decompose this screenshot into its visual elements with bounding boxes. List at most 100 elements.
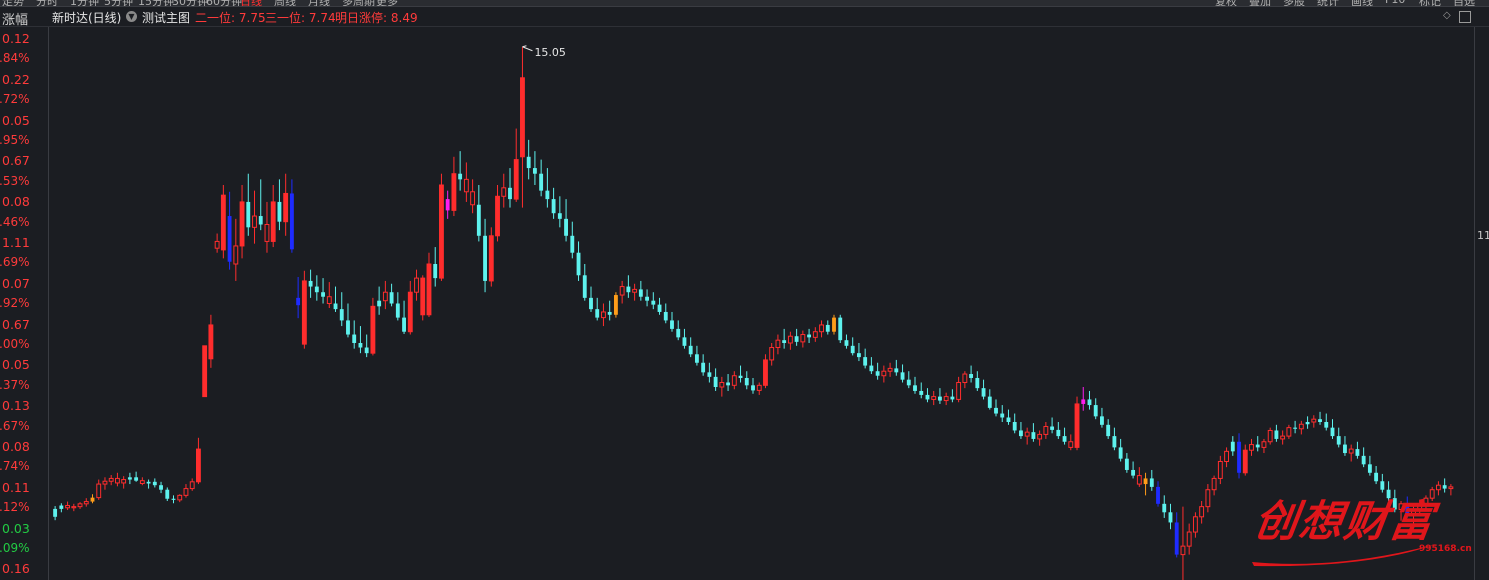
candle[interactable] [301,270,307,349]
candle[interactable] [346,303,350,338]
candle[interactable] [570,221,575,259]
candle[interactable] [445,190,450,219]
candle[interactable] [819,320,824,338]
candle[interactable] [1162,495,1167,518]
candle[interactable] [252,190,257,244]
toolbar-item[interactable]: 30分钟 [172,0,208,6]
candle[interactable] [1019,422,1023,439]
candle[interactable] [638,280,643,301]
candle[interactable] [395,292,400,321]
candle[interactable] [856,343,861,362]
candle[interactable] [919,382,924,399]
candle[interactable] [601,303,606,327]
candle[interactable] [1211,475,1217,496]
candle[interactable] [389,283,394,307]
candle[interactable] [694,345,699,366]
maximize-icon[interactable] [1459,11,1471,23]
candle[interactable] [863,348,868,369]
candle[interactable] [83,498,89,507]
candle[interactable] [800,330,806,348]
candle[interactable] [296,276,301,319]
candle[interactable] [850,337,855,356]
candle[interactable] [787,331,793,350]
candle[interactable] [159,481,163,494]
candle[interactable] [1224,447,1229,468]
candle[interactable] [1355,441,1360,459]
candle[interactable] [227,191,232,270]
candle[interactable] [407,280,413,335]
candle[interactable] [114,472,120,487]
candle[interactable] [794,328,799,346]
candle[interactable] [1074,396,1080,451]
candle[interactable] [881,365,887,383]
candle[interactable] [707,362,712,383]
candle[interactable] [1230,436,1235,456]
candle[interactable] [283,173,289,236]
candle[interactable] [913,376,917,394]
candle[interactable] [582,264,587,301]
candle[interactable] [1261,438,1267,454]
candle[interactable] [1199,501,1205,524]
candle[interactable] [264,201,270,253]
candle[interactable] [495,185,500,242]
toolbar-item[interactable]: 标记 [1419,0,1441,6]
candle[interactable] [1131,461,1136,479]
candle[interactable] [875,362,880,380]
main-indicator-label[interactable]: 测试主图 [142,9,190,26]
candle[interactable] [1093,398,1098,420]
candle[interactable] [726,374,731,391]
toolbar-item[interactable]: 60分钟 [206,0,242,6]
candle[interactable] [1143,472,1148,496]
candle[interactable] [744,371,749,390]
candle[interactable] [451,156,457,217]
candle[interactable] [53,506,58,521]
candle[interactable] [589,286,593,312]
candle[interactable] [931,390,937,406]
candle[interactable] [576,241,581,281]
candle[interactable] [1106,419,1111,439]
toolbar-item[interactable]: 多股 [1283,0,1305,6]
candle[interactable] [1448,484,1454,496]
toolbar-item[interactable]: 叠加 [1249,0,1271,6]
candle[interactable] [1062,427,1067,445]
candle[interactable] [676,320,681,341]
candle[interactable] [483,218,487,293]
candle[interactable] [1186,523,1192,555]
candle[interactable] [1024,427,1030,445]
candle[interactable] [1237,433,1241,479]
candle[interactable] [420,275,426,321]
candle[interactable] [233,218,239,281]
candle[interactable] [1255,436,1260,452]
toolbar-item[interactable]: 多周期 [342,0,375,6]
candle[interactable] [844,334,849,349]
candle[interactable] [1318,411,1322,425]
candle[interactable] [90,494,95,504]
candle[interactable] [96,479,102,500]
candle[interactable] [1374,466,1379,485]
toolbar-item[interactable]: 月线 [308,0,330,6]
toolbar-item[interactable]: 统计 [1317,0,1339,6]
candle[interactable] [108,475,114,486]
candle[interactable] [1037,430,1043,446]
candle[interactable] [532,151,537,185]
candle[interactable] [277,179,282,231]
candle[interactable] [987,389,992,410]
candle[interactable] [65,501,71,511]
candle[interactable] [613,292,618,318]
candle[interactable] [969,365,974,383]
candle[interactable] [894,359,899,376]
candle[interactable] [1249,438,1254,456]
candle[interactable] [956,376,962,403]
candle[interactable] [377,286,382,315]
candle[interactable] [807,328,812,343]
candle[interactable] [352,320,357,349]
toolbar-item[interactable]: 复权 [1215,0,1237,6]
candle[interactable] [1050,417,1055,434]
candle[interactable] [508,168,512,208]
candle[interactable] [1056,422,1061,439]
candle[interactable] [1031,423,1036,442]
candle[interactable] [619,280,625,304]
candle[interactable] [1274,424,1279,442]
candle[interactable] [670,311,674,332]
diamond-icon[interactable]: ◇ [1443,10,1451,21]
